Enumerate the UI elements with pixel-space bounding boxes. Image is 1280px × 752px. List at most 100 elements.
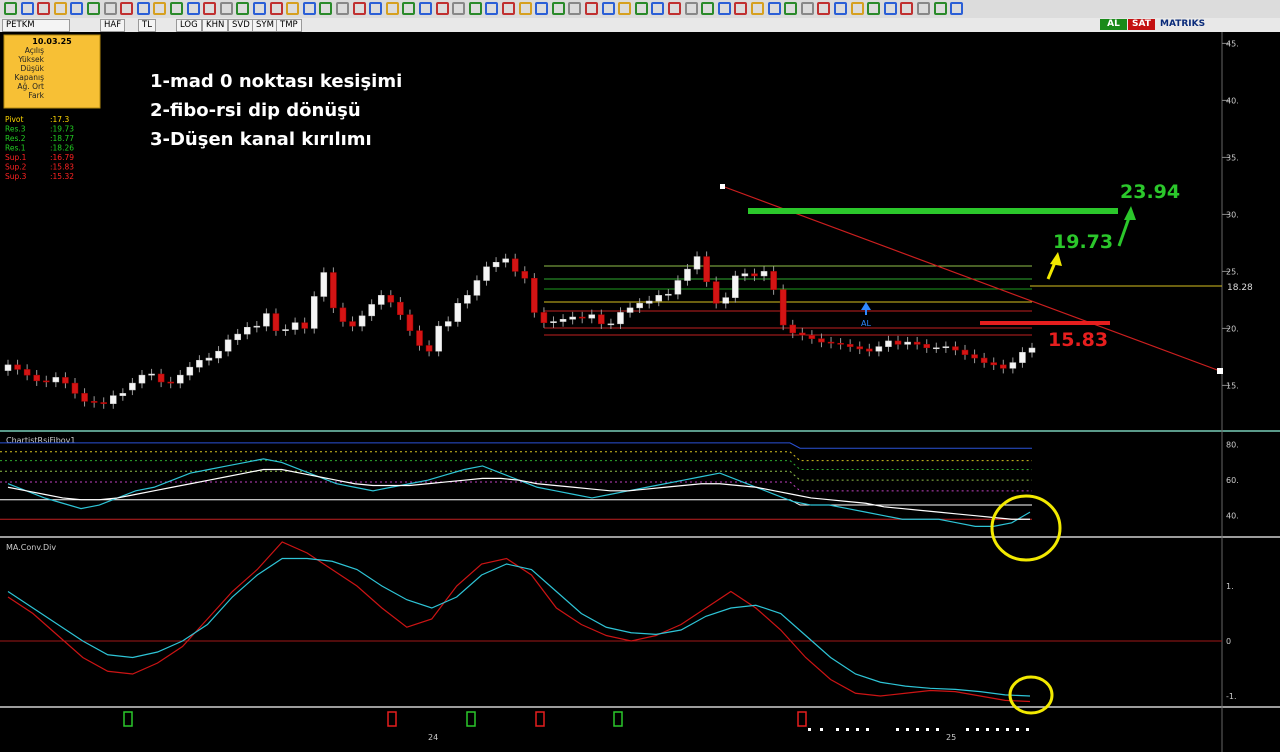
trendline-handle[interactable] [720,184,725,189]
rsi-panel-title: ChartistRsiFibov1 [6,436,76,445]
toolbar-tool-icon[interactable] [37,2,51,15]
tab-svd[interactable]: SVD [228,19,254,32]
toolbar-tool-icon[interactable] [867,2,881,15]
toolbar-tool-icon[interactable] [618,2,632,15]
time-label: 25 [946,733,956,742]
tab-sym[interactable]: SYM [252,19,278,32]
toolbar-tool-icon[interactable] [834,2,847,15]
toolbar-tool-icon[interactable] [369,2,383,15]
toolbar-tool-icon[interactable] [87,2,100,15]
price-tick-label: 30. [1226,210,1239,219]
toolbar-tool-icon[interactable] [668,2,681,15]
brand-logo: MATRIKS [1160,19,1206,29]
toolbar-tool-icon[interactable] [717,2,731,15]
candle [435,320,442,357]
al-marker-label: AL [861,319,871,328]
chart-canvas[interactable]: 45. 40. 35. 30. 25. 20. 15. AL 23.94 19.73 15.… [0,32,1280,752]
toolbar-tool-icon[interactable] [817,2,831,15]
toolbar-tool-icon[interactable] [120,2,134,15]
toolbar-tool-icon[interactable] [933,2,947,15]
tab-log[interactable]: LOG [176,19,202,32]
toolbar-tool-icon[interactable] [70,2,84,15]
toolbar-tool-icon[interactable] [767,2,781,15]
toolbar-tool-icon[interactable] [402,2,416,15]
toolbar-tool-icon[interactable] [751,2,764,15]
toolbar-tool-icon[interactable] [219,2,233,15]
toolbar-tool-icon[interactable] [20,2,34,15]
toolbar-tool-icon[interactable] [734,2,748,15]
symbol-tab[interactable]: PETKM [2,19,70,32]
toolbar-tool-icon[interactable] [950,2,964,15]
pivot-label: Res.1 [5,144,26,153]
pivot-value: :18.26 [50,144,74,153]
toolbar-tool-icon[interactable] [800,2,814,15]
rsi-tick-label: 60. [1226,476,1239,485]
toolbar-tool-icon[interactable] [435,2,449,15]
toolbar-tool-icon[interactable] [585,2,598,15]
toolbar-tool-icon[interactable] [917,2,930,15]
toolbar-tool-icon[interactable] [883,2,897,15]
target-high-label: 23.94 [1120,181,1180,203]
toolbar-tool-icon[interactable] [468,2,482,15]
tab-khn[interactable]: KHN [202,19,229,32]
buy-button[interactable]: AL [1100,19,1127,30]
candle [703,251,710,287]
toolbar-tool-icon[interactable] [336,2,349,15]
toolbar-tool-icon[interactable] [634,2,648,15]
pivot-label: Sup.2 [5,163,27,172]
toolbar-tool-icon[interactable] [385,2,399,15]
toolbar-tool-icon[interactable] [4,2,17,15]
toolbar-tool-icon[interactable] [319,2,333,15]
toolbar-tool-icon[interactable] [485,2,499,15]
pivot-value: :17.3 [50,115,69,124]
toolbar-tool-icon[interactable] [186,2,200,15]
toolbar-tool-icon[interactable] [568,2,582,15]
toolbar-tool-icon[interactable] [203,2,217,15]
price-tick-label: 45. [1226,39,1239,48]
toolbar-tool-icon[interactable] [153,2,167,15]
note-3: 3-Düşen kanal kırılımı [150,129,372,150]
pivot-value: :18.77 [50,134,74,143]
toolbar-tool-icon[interactable] [784,2,798,15]
toolbar-tool-icon[interactable] [684,2,698,15]
toolbar-tool-icon[interactable] [103,2,117,15]
trendline-handle[interactable] [1217,368,1223,374]
candle [779,284,787,331]
toolbar-tool-icon[interactable] [269,2,283,15]
info-field: Açılış [25,46,44,55]
toolbar-tool-icon[interactable] [701,2,715,15]
rsi-tick-label: 40. [1226,512,1239,521]
pivot-value: :15.83 [50,163,74,172]
toolbar-tool-icon[interactable] [253,2,266,15]
info-field: Düşük [20,64,44,73]
toolbar-tool-icon[interactable] [419,2,432,15]
toolbar-tool-icon[interactable] [302,2,316,15]
price-tick-label: 35. [1226,153,1239,162]
toolbar-tool-icon[interactable] [136,2,150,15]
ohlc-info-box: 10.03.25 Açılış Yüksek Düşük Kapanış Ağ.… [3,34,101,109]
price-tick-label: 20. [1226,324,1239,333]
tab-tmp[interactable]: TMP [276,19,302,32]
tab-tl[interactable]: TL [138,19,156,32]
tab-haf[interactable]: HAF [100,19,126,32]
toolbar-tool-icon[interactable] [850,2,864,15]
toolbar-tool-icon[interactable] [236,2,250,15]
pivot-value: :15.32 [50,172,74,181]
toolbar-tool-icon[interactable] [286,2,300,15]
toolbar-tool-icon[interactable] [502,2,515,15]
toolbar-tool-icon[interactable] [900,2,914,15]
toolbar-tool-icon[interactable] [518,2,532,15]
pivot-label: Sup.3 [5,172,27,181]
toolbar-tool-icon[interactable] [535,2,549,15]
toolbar-tool-icon[interactable] [601,2,615,15]
toolbar-tool-icon[interactable] [551,2,565,15]
toolbar-tool-icon[interactable] [53,2,67,15]
pivot-label: Pivot [5,115,23,124]
toolbar-tool-icon[interactable] [651,2,665,15]
sell-button[interactable]: SAT [1128,19,1155,30]
toolbar-tool-icon[interactable] [352,2,366,15]
toolbar-tool-icon[interactable] [170,2,183,15]
target-mid-label: 19.73 [1053,231,1113,253]
toolbar-tool-icon[interactable] [452,2,466,15]
pivot-label: Sup.1 [5,153,27,162]
